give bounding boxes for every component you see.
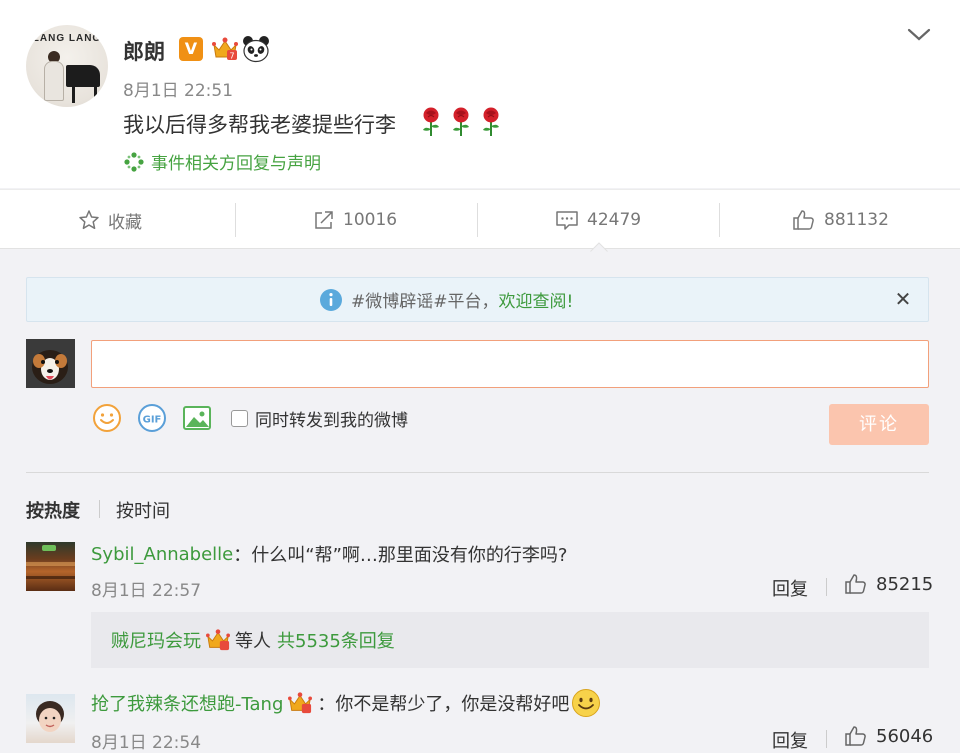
- chevron-down-icon[interactable]: [906, 26, 932, 44]
- rose-emojis: [418, 107, 504, 137]
- action-bar: 收藏 10016 42479 881132: [0, 189, 960, 249]
- star-icon: [79, 210, 99, 230]
- divider: [477, 203, 478, 237]
- sparkle-icon: [124, 151, 144, 172]
- comment-text: 什么叫“帮”啊…那里面没有你的行李吗?: [251, 545, 568, 566]
- crown-icon: [206, 629, 230, 651]
- gif-icon[interactable]: GIF: [137, 403, 167, 433]
- reply-count-link[interactable]: 共5535条回复: [277, 627, 395, 653]
- repost-option[interactable]: 同时转发到我的微博: [231, 406, 408, 431]
- active-tab-caret: [590, 242, 608, 252]
- divider: [826, 578, 827, 596]
- author-avatar[interactable]: LANG LANG: [26, 25, 108, 107]
- info-icon: [320, 288, 342, 311]
- favorite-button[interactable]: 收藏: [78, 190, 142, 250]
- comment-text: 你不是帮少了，你是没帮好吧: [335, 694, 570, 715]
- comment-icon: [556, 211, 578, 230]
- thumbs-up-icon: [793, 210, 814, 230]
- divider: [235, 203, 236, 237]
- reply-middle-text: 等人: [235, 631, 271, 652]
- avatar-brand-text: LANG LANG: [32, 33, 102, 44]
- crown-icon: 7: [212, 37, 238, 61]
- comment-username[interactable]: Sybil_Annabelle: [91, 544, 233, 565]
- replies-summary[interactable]: 贼尼玛会玩 等人 共5535条回复: [91, 612, 929, 668]
- divider: [826, 730, 827, 748]
- comment-button[interactable]: 42479: [555, 190, 641, 250]
- event-statement-link[interactable]: 事件相关方回复与声明: [123, 149, 321, 174]
- comment-username[interactable]: 抢了我辣条还想跑-Tang: [91, 690, 283, 716]
- commenter-avatar[interactable]: [26, 694, 75, 743]
- comment-timestamp: 8月1日 22:57: [91, 581, 202, 601]
- like-count: 881132: [824, 210, 889, 230]
- crown-icon: [288, 692, 313, 714]
- sort-by-hot[interactable]: 按热度: [26, 497, 80, 523]
- forward-button[interactable]: 10016: [313, 190, 397, 250]
- comment-like-count: 85215: [876, 573, 934, 595]
- panda-icon: [243, 36, 269, 63]
- close-icon[interactable]: ✕: [892, 288, 914, 310]
- commenter-avatar[interactable]: [26, 542, 75, 591]
- rumor-notice: #微博辟谣#平台， 欢迎查阅! ✕: [26, 277, 929, 322]
- comment-input[interactable]: [91, 340, 929, 388]
- sort-by-time[interactable]: 按时间: [116, 497, 170, 523]
- reply-username[interactable]: 贼尼玛会玩: [111, 627, 201, 653]
- comment-like-count: 56046: [876, 725, 934, 747]
- image-icon[interactable]: [182, 403, 212, 433]
- like-button[interactable]: 881132: [792, 190, 889, 250]
- comment-like-button[interactable]: 85215: [844, 573, 933, 595]
- smile-emoji-icon: [572, 689, 601, 717]
- my-avatar[interactable]: [26, 339, 75, 388]
- emoji-icon[interactable]: [92, 403, 122, 433]
- thumbs-up-icon: [845, 726, 866, 746]
- submit-comment-button[interactable]: 评论: [829, 404, 929, 445]
- comment-separator: ：: [233, 545, 252, 566]
- post-text: 我以后得多帮我老婆提些行李: [123, 113, 396, 137]
- rose-icon: [453, 107, 469, 136]
- event-link-label: 事件相关方回复与声明: [151, 154, 321, 174]
- notice-tag[interactable]: #微博辟谣#平台，: [351, 287, 499, 312]
- comment-count: 42479: [587, 210, 642, 230]
- post-timestamp[interactable]: 8月1日 22:51: [123, 76, 233, 101]
- divider: [719, 203, 720, 237]
- favorite-label: 收藏: [108, 212, 142, 233]
- repost-label: 同时转发到我的微博: [255, 411, 408, 431]
- rose-icon: [483, 107, 499, 136]
- svg-text:GIF: GIF: [143, 415, 162, 426]
- reply-button[interactable]: 回复: [772, 575, 808, 601]
- repost-checkbox[interactable]: [231, 410, 248, 427]
- rose-icon: [423, 107, 439, 136]
- comment-line: Sybil_Annabelle ： 什么叫“帮”啊…那里面没有你的行李吗?: [91, 541, 567, 567]
- divider: [99, 500, 100, 518]
- notice-link[interactable]: 欢迎查阅!: [499, 287, 574, 312]
- divider: [26, 472, 929, 473]
- dog-avatar-icon: [26, 339, 75, 388]
- thumbs-up-icon: [845, 574, 866, 594]
- share-icon: [315, 211, 333, 229]
- comment-line: 抢了我辣条还想跑-Tang ： 你不是帮少了，你是没帮好吧: [91, 688, 601, 718]
- comment-like-button[interactable]: 56046: [844, 725, 933, 747]
- forward-count: 10016: [343, 210, 398, 230]
- reply-button[interactable]: 回复: [772, 727, 808, 753]
- comment-separator: ：: [317, 694, 336, 715]
- author-name[interactable]: 郎朗: [123, 36, 165, 66]
- svg-text:7: 7: [229, 52, 234, 61]
- post-card: LANG LANG 郎朗 V 7 8月1日 22:51 我以后得多帮我老婆提些行…: [0, 0, 960, 188]
- verified-v-icon: V: [179, 37, 203, 61]
- comment-timestamp: 8月1日 22:54: [91, 733, 202, 753]
